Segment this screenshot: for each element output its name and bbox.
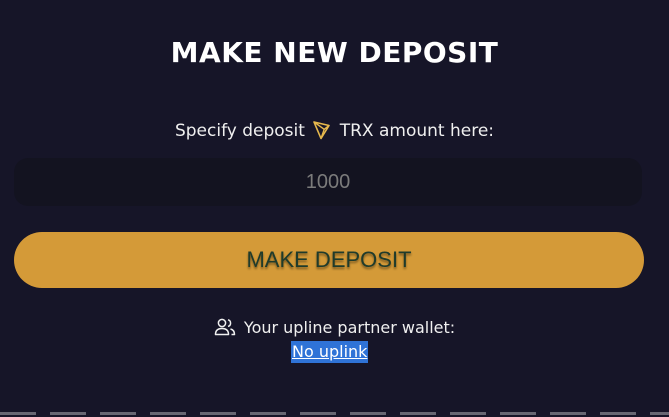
deposit-panel: MAKE NEW DEPOSIT Specify deposit TRX amo… (0, 0, 669, 417)
instruction-prefix: Specify deposit (174, 121, 305, 141)
instruction-suffix: TRX amount here: (339, 121, 495, 141)
uplink-link[interactable]: No uplink (291, 341, 369, 363)
make-deposit-button[interactable]: MAKE DEPOSIT (14, 232, 644, 288)
page-title: MAKE NEW DEPOSIT (170, 36, 499, 69)
deposit-amount-input[interactable] (14, 158, 642, 206)
users-icon (214, 318, 236, 336)
upline-info: Your upline partner wallet: (0, 318, 669, 337)
tron-icon (312, 120, 332, 140)
upline-label: Your upline partner wallet: (243, 318, 456, 337)
amount-instruction: Specify deposit TRX amount here: (0, 120, 669, 141)
dashed-divider (0, 412, 669, 415)
